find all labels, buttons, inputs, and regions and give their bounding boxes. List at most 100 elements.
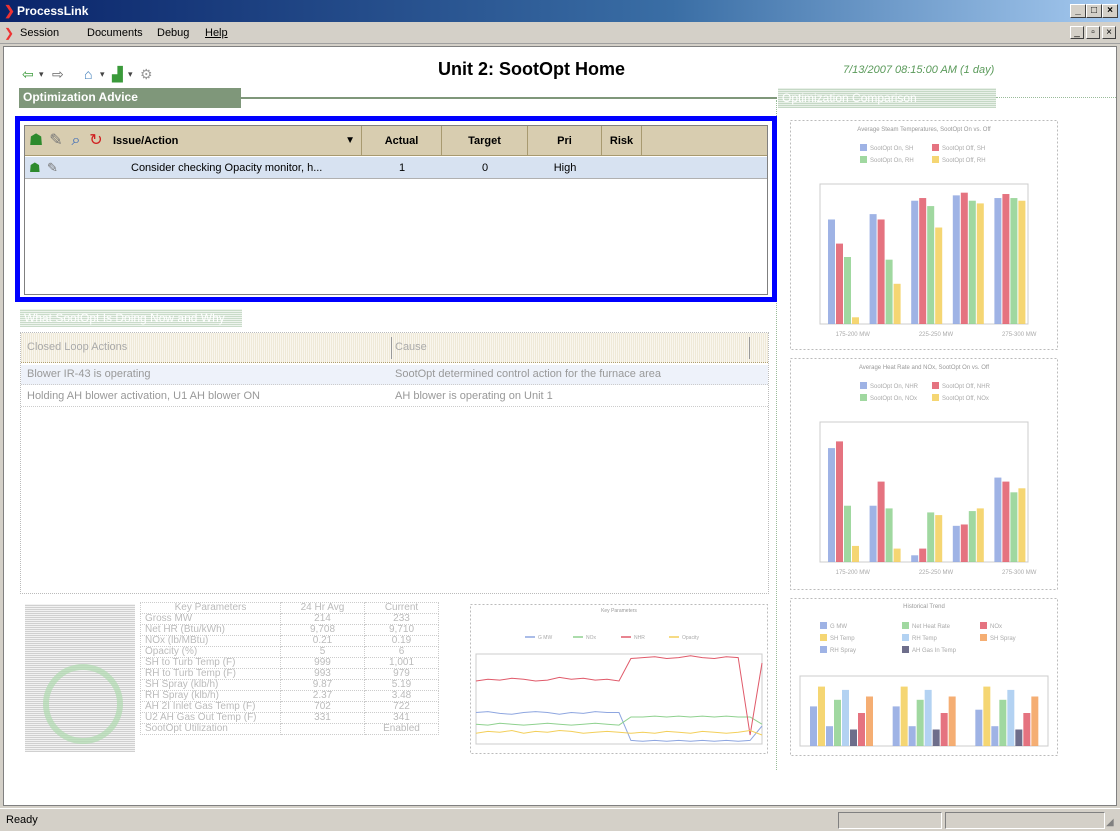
closed-loop-cause: AH blower is operating on Unit 1 (395, 390, 553, 402)
binoculars-icon[interactable]: ☗ (27, 131, 45, 151)
bar (952, 525, 960, 562)
advice-actual: 1 (398, 162, 406, 174)
kp-row: Opacity (%) 5 6 (140, 646, 439, 658)
row-notes-icon[interactable]: ✎ (47, 160, 58, 176)
x-tick-label: 225-250 MW (919, 570, 954, 576)
legend-label: SootOpt Off, NHR (942, 384, 991, 390)
legend-label: SH Spray (990, 636, 1016, 642)
magnifier-icon[interactable]: ⌕ (67, 131, 85, 151)
refresh-icon[interactable]: ↻ (87, 131, 105, 151)
child-close-button[interactable]: × (1102, 26, 1116, 39)
kp-row: RH Spray (klb/h) 2.37 3.48 (140, 690, 439, 702)
app-menu-icon[interactable]: ❯ (4, 26, 14, 40)
bar (810, 706, 817, 746)
x-tick-label: 275-300 MW (1002, 332, 1037, 338)
bar (877, 481, 885, 562)
minimize-button[interactable]: _ (1070, 4, 1086, 18)
col-separator (749, 337, 750, 359)
menu-debug[interactable]: Debug (157, 27, 189, 39)
closed-loop-row[interactable]: Blower IR-43 is operating SootOpt determ… (21, 365, 768, 385)
dropdown-arrow-icon[interactable]: ▼ (345, 126, 355, 156)
menu-help[interactable]: Help (205, 27, 228, 39)
bar (924, 689, 932, 746)
row-binoculars-icon[interactable]: ☗ (29, 160, 41, 176)
bar (927, 206, 935, 324)
menu-documents[interactable]: Documents (87, 27, 143, 39)
col-risk[interactable]: Risk (602, 126, 642, 156)
sootopt-logo-image (25, 604, 135, 752)
child-restore-button[interactable]: ▫ (1086, 26, 1100, 39)
kp-row: AH 2I Inlet Gas Temp (F) 702 722 (140, 701, 439, 713)
kp-row: U2 AH Gas Out Temp (F) 331 341 (140, 712, 439, 724)
legend-swatch (932, 156, 939, 163)
bar (916, 699, 924, 746)
back-dropdown-icon[interactable]: ▾ (39, 66, 44, 82)
kp-name: Net HR (Btu/kWh) (140, 624, 281, 636)
kp-avg: 999 (280, 657, 365, 669)
bar (994, 198, 1002, 324)
bar (911, 200, 919, 324)
col-pri[interactable]: Pri (528, 126, 602, 156)
bar (836, 243, 843, 324)
home-dropdown-icon[interactable]: ▾ (100, 66, 105, 82)
kp-row: Net HR (Btu/kWh) 9,708 9,710 (140, 624, 439, 636)
x-tick-label: 175-200 MW (836, 332, 871, 338)
kp-current: 5.19 (364, 679, 439, 691)
forward-arrow-icon[interactable]: ⇨ (52, 66, 64, 82)
bar (983, 686, 991, 746)
legend-label: SH Temp (830, 636, 855, 642)
bar (1031, 696, 1039, 746)
status-pane (945, 812, 1105, 829)
closed-loop-row[interactable]: Holding AH blower activation, U1 AH blow… (21, 387, 768, 407)
bar (893, 548, 901, 562)
col-actual[interactable]: Actual (362, 126, 442, 156)
menu-session[interactable]: Session (20, 27, 59, 39)
maximize-button[interactable]: □ (1086, 4, 1102, 18)
legend-swatch (820, 622, 827, 629)
kp-row: Gross MW 214 233 (140, 613, 439, 625)
chart-icon[interactable]: ▟ (112, 66, 123, 82)
child-minimize-button[interactable]: _ (1070, 26, 1084, 39)
home-icon[interactable]: ⌂ (84, 66, 92, 82)
back-arrow-icon[interactable]: ⇦ (22, 66, 34, 82)
bar (911, 555, 919, 562)
bar (866, 696, 873, 746)
kp-current: 979 (364, 668, 439, 680)
close-button[interactable]: × (1102, 4, 1118, 18)
legend-label: NHR (634, 635, 645, 641)
menu-bar: ❯ Session Documents Debug Help (0, 22, 1120, 44)
kp-row: SH Spray (klb/h) 9.87 5.19 (140, 679, 439, 691)
bar (932, 729, 940, 746)
kp-name: Opacity (%) (140, 646, 281, 658)
heat-rate-nox-chart: Average Heat Rate and NOx, SootOpt On vs… (790, 358, 1058, 590)
bar (948, 696, 956, 746)
resize-grip-icon[interactable]: ◢ (1106, 817, 1114, 828)
chart-dropdown-icon[interactable]: ▾ (128, 66, 133, 82)
legend-swatch (860, 394, 867, 401)
kp-name: AH 2I Inlet Gas Temp (F) (140, 701, 281, 713)
legend-swatch (980, 634, 987, 641)
kp-current: 341 (364, 712, 439, 724)
status-text: Ready (6, 814, 38, 826)
kp-avg: 702 (280, 701, 365, 713)
bar (828, 219, 835, 324)
legend-label: RH Spray (830, 648, 856, 654)
legend-label: NOx (990, 624, 1002, 630)
bar (836, 441, 843, 562)
advice-row[interactable]: ☗ ✎ Consider checking Opacity monitor, h… (25, 157, 767, 179)
legend-swatch (932, 382, 939, 389)
col-cause[interactable]: Cause (395, 341, 427, 353)
col-issue-action[interactable]: Issue/Action ▼ (109, 126, 362, 156)
bar (858, 713, 865, 746)
kp-current: 233 (364, 613, 439, 625)
notes-icon[interactable]: ✎ (47, 131, 65, 151)
settings-icon[interactable]: ⚙ (140, 66, 153, 82)
bar (826, 726, 833, 746)
col-target[interactable]: Target (442, 126, 528, 156)
legend-swatch (860, 156, 867, 163)
bar (852, 545, 859, 562)
legend-swatch (820, 646, 827, 653)
legend-label: SootOpt Off, NOx (942, 396, 989, 402)
legend-label: SootOpt On, NOx (870, 396, 917, 402)
col-closed-loop-actions[interactable]: Closed Loop Actions (27, 341, 127, 353)
